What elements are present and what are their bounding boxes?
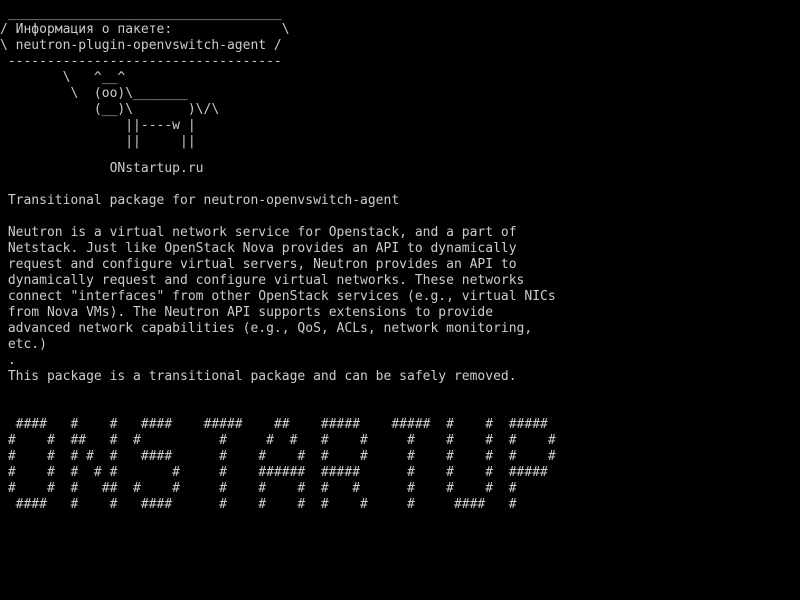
cowsay-banner: ___________________________________ / Ин… bbox=[0, 6, 290, 149]
terminal-screen: ___________________________________ / Ин… bbox=[0, 0, 800, 600]
site-label: ONstartup.ru bbox=[0, 161, 204, 176]
ascii-art-banner: #### # # #### ##### ## ##### ##### # # #… bbox=[7, 417, 556, 512]
package-summary: Transitional package for neutron-openvsw… bbox=[0, 193, 400, 208]
package-description: Neutron is a virtual network service for… bbox=[7, 225, 556, 384]
